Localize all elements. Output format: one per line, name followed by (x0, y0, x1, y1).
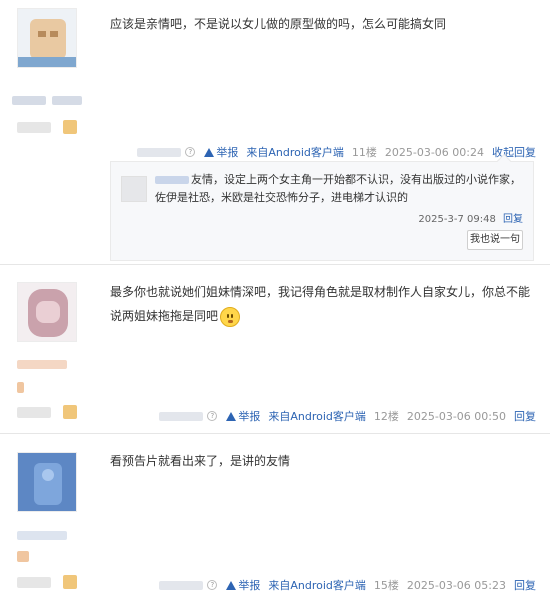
level-icon-blurred (63, 120, 77, 134)
reply-content: 友情，设定上两个女主角一开始都不认识，没有出版过的小说作家，佐伊是社恐，米欧是社… (155, 171, 523, 207)
report-link[interactable]: 举报 (226, 577, 260, 593)
avatar[interactable] (17, 8, 77, 68)
warning-icon (226, 580, 237, 590)
post-floor-15: 看预告片就看出来了，是讲的友情 ? 举报 来自Android客户端 15楼 20… (0, 435, 550, 599)
ip-blurred (159, 411, 204, 421)
reply-meta: 2025-3-7 09:48 回复 (418, 210, 523, 225)
client-source[interactable]: 来自Android客户端 (268, 408, 366, 424)
post-time: 2025-03-06 00:50 (406, 409, 506, 423)
reply-link[interactable]: 回复 (503, 214, 523, 225)
floor-number: 11楼 (351, 146, 377, 159)
post-text: 看预告片就看出来了，是讲的友情 (110, 454, 291, 468)
post-text: 应该是亲情吧，不是说以女儿做的原型做的吗，怎么可能搞女同 (110, 17, 447, 31)
post-meta: ? 举报 来自Android客户端 11楼 2025-03-06 00:24 收… (137, 144, 536, 160)
question-icon[interactable]: ? (207, 580, 218, 590)
reply-time: 2025-3-7 09:48 (418, 214, 496, 225)
badge-blurred (17, 551, 29, 562)
floor-number: 15楼 (373, 579, 399, 592)
reply-item: 友情，设定上两个女主角一开始都不认识，没有出版过的小说作家，佐伊是社恐，米欧是社… (121, 168, 523, 228)
post-text: 最多你也就说她们姐妹情深吧，我记得角色就是取材制作人自家女儿，你总不能说两姐妹拖… (110, 280, 538, 328)
avatar[interactable] (17, 452, 77, 512)
reply-username-blurred[interactable] (155, 176, 189, 184)
avatar[interactable] (17, 282, 77, 342)
warning-icon (226, 411, 237, 421)
client-source[interactable]: 来自Android客户端 (246, 144, 344, 160)
level-badge-blurred (17, 122, 51, 133)
level-badge-blurred (17, 407, 51, 418)
say-something-button[interactable]: 我也说一句 (467, 230, 523, 250)
post-time: 2025-03-06 05:23 (406, 578, 506, 592)
user-sidebar (0, 0, 98, 264)
username-blurred[interactable] (17, 360, 67, 369)
post-meta: ? 举报 来自Android客户端 12楼 2025-03-06 00:50 回… (159, 408, 536, 424)
reply-box: 友情，设定上两个女主角一开始都不认识，没有出版过的小说作家，佐伊是社恐，米欧是社… (110, 153, 534, 261)
reply-text: 友情，设定上两个女主角一开始都不认识，没有出版过的小说作家，佐伊是社恐，米欧是社… (155, 173, 521, 204)
question-icon[interactable]: ? (207, 411, 218, 421)
username-blurred[interactable] (12, 96, 46, 105)
post-time: 2025-03-06 00:24 (384, 145, 484, 159)
report-link[interactable]: 举报 (226, 408, 260, 424)
client-source[interactable]: 来自Android客户端 (268, 577, 366, 593)
reply-link[interactable]: 回复 (514, 577, 536, 593)
username-blurred (52, 96, 82, 105)
user-sidebar (0, 266, 98, 433)
username-blurred[interactable] (17, 531, 67, 540)
level-icon-blurred (63, 575, 77, 589)
post-meta: ? 举报 来自Android客户端 15楼 2025-03-06 05:23 回… (159, 577, 536, 593)
question-icon[interactable]: ? (185, 147, 196, 157)
floor-number: 12楼 (373, 410, 399, 423)
reply-link[interactable]: 回复 (514, 408, 536, 424)
warning-icon (204, 147, 215, 157)
ip-blurred (137, 147, 182, 157)
post-floor-11: 应该是亲情吧，不是说以女儿做的原型做的吗，怎么可能搞女同 ? 举报 来自Andr… (0, 0, 550, 265)
reply-avatar[interactable] (121, 176, 147, 202)
smile-emoji-icon (220, 306, 241, 327)
level-icon-blurred (63, 405, 77, 419)
ip-blurred (159, 580, 204, 590)
user-sidebar (0, 435, 98, 599)
level-badge-blurred (17, 577, 51, 588)
report-link[interactable]: 举报 (204, 144, 238, 160)
post-floor-12: 最多你也就说她们姐妹情深吧，我记得角色就是取材制作人自家女儿，你总不能说两姐妹拖… (0, 266, 550, 434)
badge-blurred (17, 382, 24, 393)
